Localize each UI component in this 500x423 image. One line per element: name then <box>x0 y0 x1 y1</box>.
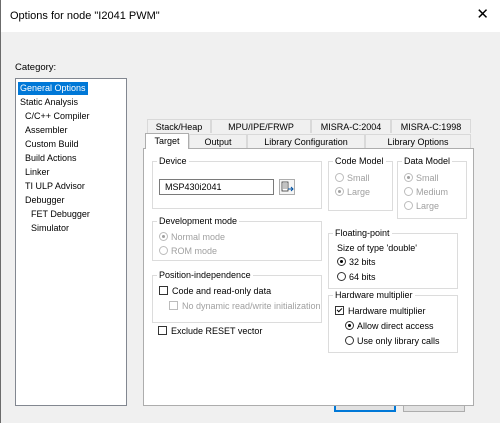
hardware-multiplier-group: Hardware multiplier Hardware multiplier … <box>328 290 458 353</box>
no-dynamic-init-label: No dynamic read/write initialization <box>182 301 321 311</box>
dialog-title: Options for node "I2041 PWM" <box>10 10 160 22</box>
code-readonly-checkbox[interactable]: Code and read-only data <box>159 286 271 297</box>
device-group-title: Device <box>157 156 189 167</box>
tab-mpu-ipe-frwp[interactable]: MPU/IPE/FRWP <box>211 119 311 133</box>
allow-direct-access-radio[interactable]: Allow direct access <box>345 321 434 332</box>
data-model-title: Data Model <box>402 156 453 167</box>
position-independence-title: Position-independence <box>157 270 253 281</box>
allow-direct-access-label: Allow direct access <box>357 321 434 331</box>
rom-mode-label: ROM mode <box>171 246 218 256</box>
development-mode-group: Development mode Normal mode ROM mode <box>152 216 322 261</box>
data-model-small-radio[interactable]: Small <box>404 173 439 184</box>
category-item-ti-ulp-advisor[interactable]: TI ULP Advisor <box>23 180 87 193</box>
data-model-small-label: Small <box>416 173 439 183</box>
library-calls-only-label: Use only library calls <box>357 336 440 346</box>
tab-output[interactable]: Output <box>189 134 247 148</box>
code-model-small-label: Small <box>347 173 370 183</box>
normal-mode-radio[interactable]: Normal mode <box>159 232 225 243</box>
development-mode-title: Development mode <box>157 216 240 227</box>
double-32-bits-radio[interactable]: 32 bits <box>337 257 376 268</box>
tab-target[interactable]: Target <box>145 133 189 149</box>
code-model-small-radio[interactable]: Small <box>335 173 370 184</box>
category-item-linker[interactable]: Linker <box>23 166 52 179</box>
floating-point-group: Floating-point Size of type 'double' 32 … <box>328 228 458 289</box>
data-model-group: Data Model Small Medium Large <box>397 156 467 219</box>
double-32-bits-label: 32 bits <box>349 257 376 267</box>
category-item-static-analysis[interactable]: Static Analysis <box>18 96 80 109</box>
category-item-assembler[interactable]: Assembler <box>23 124 70 137</box>
hardware-multiplier-title: Hardware multiplier <box>333 290 415 301</box>
category-item-c-cpp-compiler[interactable]: C/C++ Compiler <box>23 110 92 123</box>
double-64-bits-radio[interactable]: 64 bits <box>337 272 376 283</box>
category-item-build-actions[interactable]: Build Actions <box>23 152 79 165</box>
code-model-group: Code Model Small Large <box>328 156 393 211</box>
options-dialog: Options for node "I2041 PWM" ✕ Category:… <box>0 0 500 423</box>
hardware-multiplier-label: Hardware multiplier <box>348 306 426 316</box>
close-icon[interactable]: ✕ <box>476 7 489 23</box>
data-model-medium-radio[interactable]: Medium <box>404 187 448 198</box>
title-bar: Options for node "I2041 PWM" ✕ <box>1 0 500 32</box>
double-64-bits-label: 64 bits <box>349 272 376 282</box>
hardware-multiplier-checkbox[interactable]: Hardware multiplier <box>335 306 426 317</box>
code-readonly-label: Code and read-only data <box>172 286 272 296</box>
device-select-button[interactable] <box>279 179 295 195</box>
device-input[interactable]: MSP430i2041 <box>159 179 274 195</box>
normal-mode-label: Normal mode <box>171 232 226 242</box>
data-model-medium-label: Medium <box>416 187 449 197</box>
tab-library-options[interactable]: Library Options <box>365 134 471 148</box>
code-model-large-label: Large <box>347 187 371 197</box>
category-label: Category: <box>15 62 57 73</box>
device-group: Device MSP430i2041 <box>152 156 322 209</box>
code-model-large-radio[interactable]: Large <box>335 187 370 198</box>
floating-point-title: Floating-point <box>333 228 392 239</box>
tab-stack-heap[interactable]: Stack/Heap <box>147 119 211 133</box>
rom-mode-radio[interactable]: ROM mode <box>159 246 217 257</box>
data-model-large-label: Large <box>416 201 440 211</box>
data-model-large-radio[interactable]: Large <box>404 201 439 212</box>
category-item-fet-debugger[interactable]: FET Debugger <box>29 208 92 221</box>
tab-library-configuration[interactable]: Library Configuration <box>247 134 365 148</box>
code-model-title: Code Model <box>333 156 386 167</box>
library-calls-only-radio[interactable]: Use only library calls <box>345 336 440 347</box>
double-size-label: Size of type 'double' <box>337 243 417 253</box>
category-item-custom-build[interactable]: Custom Build <box>23 138 81 151</box>
category-item-debugger[interactable]: Debugger <box>23 194 67 207</box>
category-list[interactable]: General Options Static Analysis C/C++ Co… <box>15 78 127 406</box>
device-select-icon <box>281 181 294 192</box>
category-item-general-options[interactable]: General Options <box>18 82 88 95</box>
no-dynamic-init-checkbox[interactable]: No dynamic read/write initialization <box>169 301 321 312</box>
target-tab-panel: Device MSP430i2041 Code Model Small Larg… <box>143 148 474 406</box>
category-item-simulator[interactable]: Simulator <box>29 222 71 235</box>
tab-misra-c-1998[interactable]: MISRA-C:1998 <box>391 119 471 133</box>
position-independence-group: Position-independence Code and read-only… <box>152 270 322 323</box>
exclude-reset-checkbox[interactable]: Exclude RESET vector <box>158 326 262 337</box>
exclude-reset-label: Exclude RESET vector <box>171 326 263 336</box>
tab-misra-c-2004[interactable]: MISRA-C:2004 <box>311 119 391 133</box>
